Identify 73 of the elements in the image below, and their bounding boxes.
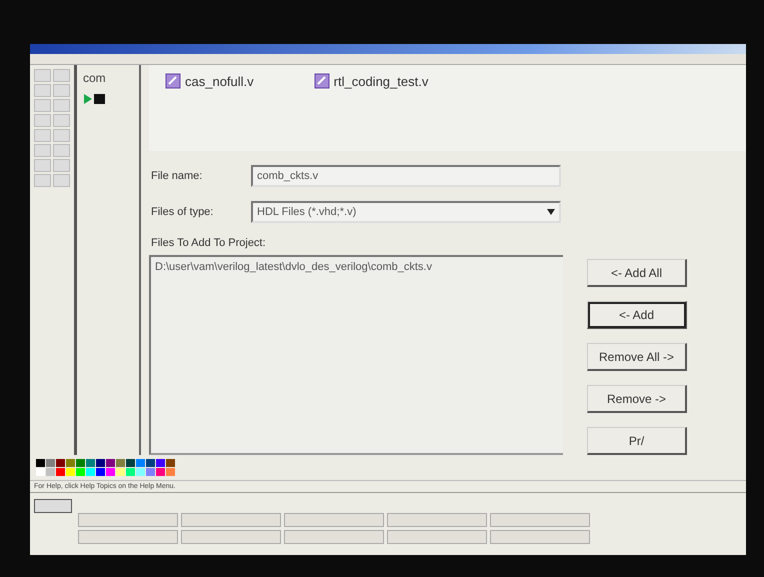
tool-button[interactable] <box>34 84 51 97</box>
taskbar-button[interactable] <box>78 513 178 527</box>
taskbar-button[interactable] <box>284 530 384 544</box>
color-swatch[interactable] <box>46 459 55 467</box>
file-item[interactable]: cas_nofull.v <box>165 73 254 89</box>
file-icon <box>165 73 181 89</box>
color-swatch[interactable] <box>46 468 55 476</box>
field-label: Files of type: <box>151 206 214 218</box>
file-item[interactable]: rtl_coding_test.v <box>314 73 428 89</box>
tool-button[interactable] <box>34 99 51 112</box>
file-icon <box>314 73 330 89</box>
tool-button[interactable] <box>53 114 70 127</box>
field-label: File name: <box>151 170 204 182</box>
color-swatch[interactable] <box>96 459 105 467</box>
dialog-button[interactable]: Pr/ <box>587 427 687 455</box>
color-swatch[interactable] <box>56 459 65 467</box>
taskbar-button[interactable] <box>284 513 384 527</box>
color-swatch[interactable] <box>116 468 125 476</box>
dialog-button[interactable]: Remove All -> <box>587 343 687 371</box>
tool-button[interactable] <box>34 174 51 187</box>
taskbar-button[interactable] <box>387 530 487 544</box>
color-swatch[interactable] <box>136 468 145 476</box>
color-swatch[interactable] <box>56 468 65 476</box>
color-swatch[interactable] <box>106 468 115 476</box>
color-swatch[interactable] <box>36 468 45 476</box>
color-swatch[interactable] <box>36 459 45 467</box>
color-swatch[interactable] <box>96 468 105 476</box>
color-swatch[interactable] <box>66 468 75 476</box>
dialog-button[interactable]: <- Add All <box>587 259 687 287</box>
dialog-button[interactable]: Remove -> <box>587 385 687 413</box>
tool-button[interactable] <box>34 114 51 127</box>
taskbar-button[interactable] <box>78 530 178 544</box>
tool-button[interactable] <box>34 129 51 142</box>
play-stop-icon <box>83 93 107 105</box>
tool-button[interactable] <box>53 99 70 112</box>
color-swatch[interactable] <box>136 459 145 467</box>
tool-button[interactable] <box>34 144 51 157</box>
taskbar-button[interactable] <box>490 513 590 527</box>
start-button[interactable] <box>34 499 72 513</box>
color-swatch[interactable] <box>146 468 155 476</box>
color-swatch[interactable] <box>116 459 125 467</box>
color-swatch[interactable] <box>76 468 85 476</box>
tool-button[interactable] <box>53 144 70 157</box>
color-swatch[interactable] <box>86 468 95 476</box>
side-label: com <box>83 71 107 85</box>
tool-button[interactable] <box>53 129 70 142</box>
tool-button[interactable] <box>53 69 70 82</box>
tool-button[interactable] <box>53 174 70 187</box>
color-swatch[interactable] <box>76 459 85 467</box>
color-swatch[interactable] <box>166 459 175 467</box>
tool-button[interactable] <box>34 69 51 82</box>
color-swatch[interactable] <box>166 468 175 476</box>
dialog-button[interactable]: <- Add <box>587 301 687 329</box>
color-swatch[interactable] <box>106 459 115 467</box>
color-swatch[interactable] <box>126 459 135 467</box>
taskbar-button[interactable] <box>181 530 281 544</box>
color-swatch[interactable] <box>156 459 165 467</box>
section-label: Files To Add To Project: <box>151 237 266 249</box>
list-item[interactable]: D:\user\vam\verilog_latest\dvlo_des_verilog\comb_ckts.v <box>155 261 559 273</box>
color-swatch[interactable] <box>86 459 95 467</box>
dropdown-icon <box>547 209 555 215</box>
color-swatch[interactable] <box>126 468 135 476</box>
tool-button[interactable] <box>53 159 70 172</box>
tool-button[interactable] <box>53 84 70 97</box>
taskbar-button[interactable] <box>387 513 487 527</box>
taskbar-button[interactable] <box>181 513 281 527</box>
color-swatch[interactable] <box>156 468 165 476</box>
file-name-field[interactable]: comb_ckts.v <box>251 165 561 187</box>
file-type-dropdown[interactable]: HDL Files (*.vhd;*.v) <box>251 201 561 223</box>
color-swatch[interactable] <box>66 459 75 467</box>
color-swatch[interactable] <box>146 459 155 467</box>
tool-button[interactable] <box>34 159 51 172</box>
taskbar-button[interactable] <box>490 530 590 544</box>
